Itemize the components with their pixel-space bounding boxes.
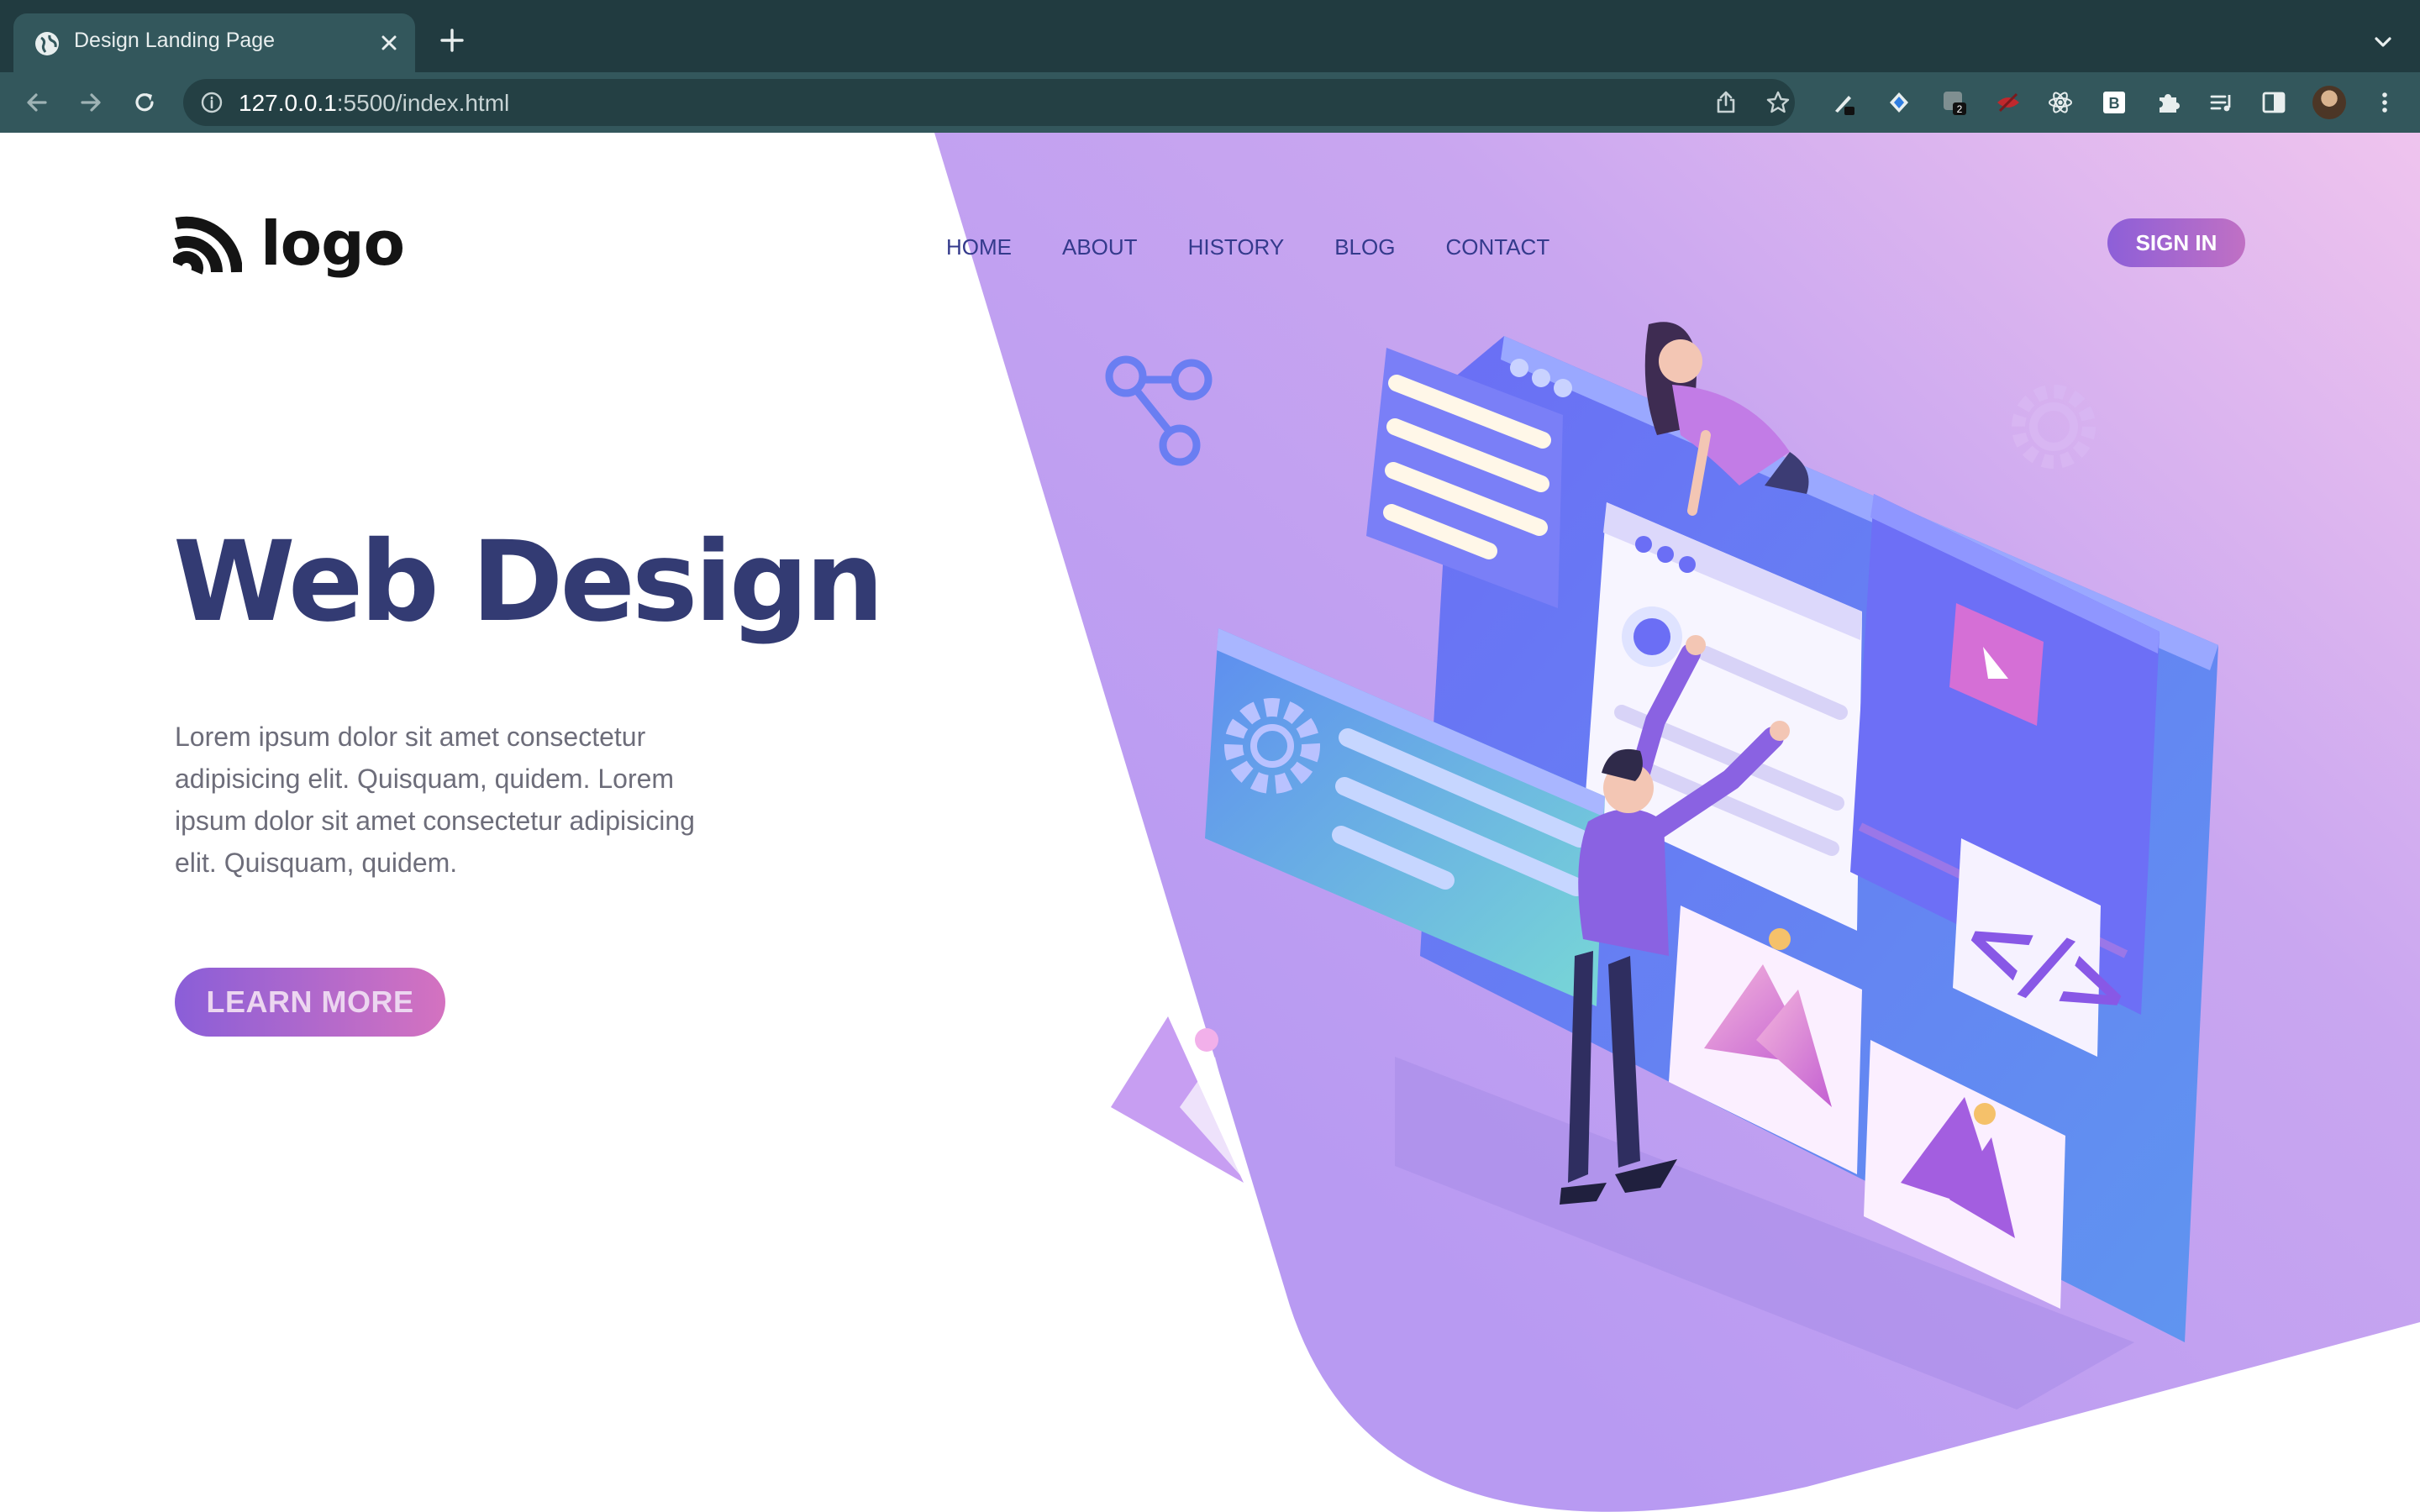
- chevron-down-icon[interactable]: [2371, 30, 2395, 54]
- info-icon[interactable]: [200, 91, 224, 114]
- sign-in-button[interactable]: SIGN IN: [2107, 218, 2245, 267]
- puzzle-icon[interactable]: [2154, 89, 2181, 116]
- close-icon[interactable]: [376, 30, 402, 55]
- logo-text: logo: [260, 208, 405, 279]
- browser-tab[interactable]: Design Landing Page: [13, 13, 415, 72]
- page-viewport: </> logo HOME ABOUT HISTORY BLOG CONTACT…: [0, 133, 2420, 1512]
- hero-description: Lorem ipsum dolor sit amet consectetur a…: [175, 722, 695, 878]
- b-extension-icon[interactable]: B: [2101, 89, 2128, 116]
- main-navigation: HOME ABOUT HISTORY BLOG CONTACT: [946, 230, 1549, 264]
- share-icon[interactable]: [1712, 89, 1739, 116]
- nav-contact[interactable]: CONTACT: [1445, 230, 1549, 264]
- address-bar[interactable]: 127.0.0.1:5500/index.html: [183, 79, 1795, 126]
- browser-toolbar: 127.0.0.1:5500/index.html 2 B: [0, 72, 2420, 133]
- url-text[interactable]: 127.0.0.1:5500/index.html: [239, 90, 509, 117]
- react-extension-icon[interactable]: [2047, 89, 2074, 116]
- url-path: :5500/index.html: [336, 90, 510, 116]
- gear-decoration: [2012, 385, 2096, 469]
- eye-extension-icon[interactable]: [1995, 89, 2022, 116]
- plus-icon[interactable]: [439, 27, 466, 54]
- shield-extension-icon[interactable]: 2: [1941, 89, 1968, 116]
- url-host: 127.0.0.1: [239, 90, 337, 116]
- sidebar-icon[interactable]: [2260, 89, 2287, 116]
- extension-letter: B: [2109, 95, 2120, 112]
- profile-avatar[interactable]: [2312, 86, 2346, 119]
- browser-tab-strip: Design Landing Page: [0, 0, 2420, 72]
- share-node-decoration: [1105, 355, 1213, 466]
- globe-icon: [35, 32, 59, 55]
- learn-more-button[interactable]: LEARN MORE: [175, 968, 445, 1037]
- menu-dots-icon[interactable]: [2371, 89, 2398, 116]
- hero-title: Web Design: [173, 517, 884, 647]
- site-logo[interactable]: logo: [173, 208, 405, 279]
- nav-history[interactable]: HISTORY: [1188, 230, 1285, 264]
- tab-title: Design Landing Page: [74, 29, 276, 52]
- forward-arrow-icon[interactable]: [76, 87, 106, 118]
- star-icon[interactable]: [1765, 89, 1791, 116]
- reload-icon[interactable]: [129, 87, 160, 118]
- nav-about[interactable]: ABOUT: [1062, 230, 1138, 264]
- logo-icon: [173, 216, 242, 275]
- gem-extension-icon[interactable]: [1886, 89, 1912, 116]
- nav-blog[interactable]: BLOG: [1334, 230, 1395, 264]
- back-arrow-icon[interactable]: [22, 87, 52, 118]
- extension-badge: 2: [1957, 103, 1963, 115]
- pen-extension-icon[interactable]: [1830, 89, 1857, 116]
- reading-list-icon[interactable]: [2208, 89, 2235, 116]
- nav-home[interactable]: HOME: [946, 230, 1012, 264]
